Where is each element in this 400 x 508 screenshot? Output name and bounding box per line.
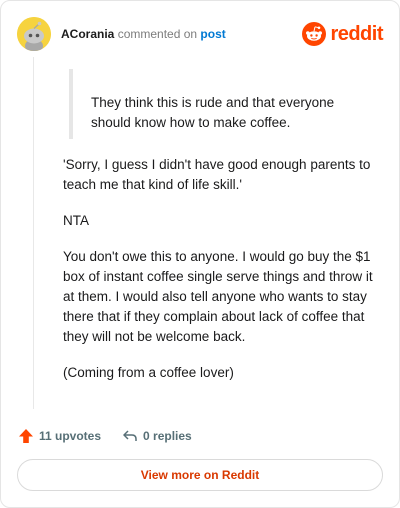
reddit-logo[interactable]: reddit: [302, 21, 383, 47]
upvote-arrow-icon: [17, 427, 35, 445]
post-link[interactable]: post: [200, 27, 225, 41]
comment-embed-card: ACorania commented on post reddit They t…: [0, 0, 400, 508]
comment-meta: ACorania commented on post: [61, 27, 226, 41]
quote-block: They think this is rude and that everyon…: [69, 69, 369, 139]
reply-arrow-icon: [121, 427, 139, 445]
snoo-avatar-icon: [17, 17, 51, 51]
comment-actions: 11 upvotes 0 replies: [17, 425, 212, 447]
reddit-alien-icon: [302, 22, 327, 46]
view-more-on-reddit-button[interactable]: View more on Reddit: [17, 459, 383, 491]
quote-text: They think this is rude and that everyon…: [91, 95, 335, 130]
user-avatar[interactable]: [17, 17, 51, 51]
author-name[interactable]: ACorania: [61, 27, 114, 41]
comment-paragraph: (Coming from a coffee lover): [63, 365, 234, 380]
reply-count: 0 replies: [143, 429, 192, 443]
comment-paragraph: 'Sorry, I guess I didn't have good enoug…: [63, 157, 371, 192]
comment-header: ACorania commented on post reddit: [17, 17, 383, 51]
comment-paragraph: NTA: [63, 213, 89, 228]
comment-paragraph: You don't owe this to anyone. I would go…: [63, 249, 373, 344]
reddit-wordmark: reddit: [330, 23, 383, 45]
comment-body: 'Sorry, I guess I didn't have good enoug…: [63, 155, 383, 399]
reply-button[interactable]: 0 replies: [121, 427, 192, 445]
upvote-count: 11 upvotes: [39, 429, 102, 443]
thread-line: [33, 57, 34, 409]
meta-action-text: commented on: [117, 27, 198, 41]
upvote-button[interactable]: 11 upvotes: [17, 427, 101, 445]
